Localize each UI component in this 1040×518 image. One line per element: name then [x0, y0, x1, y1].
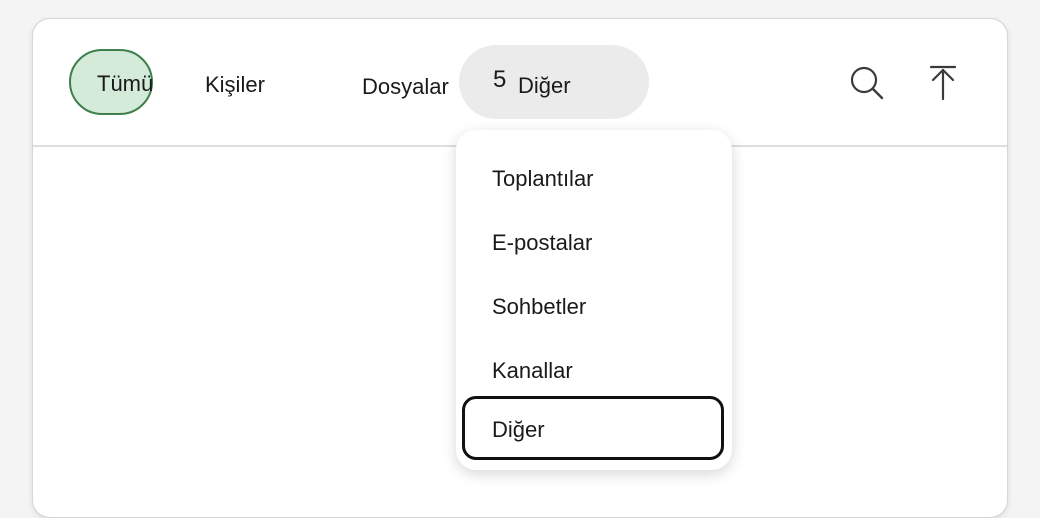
tab-people-label: Kişiler	[205, 72, 265, 97]
tab-other-label: Diğer	[518, 73, 571, 98]
menu-item-meetings[interactable]: Toplantılar	[462, 145, 724, 209]
menu-item-label: Toplantılar	[492, 166, 594, 191]
menu-item-emails[interactable]: E-postalar	[462, 209, 724, 273]
tab-other-count: 5	[493, 66, 507, 93]
menu-item-label: Kanallar	[492, 358, 573, 383]
menu-item-channels[interactable]: Kanallar	[462, 337, 724, 401]
search-icon	[850, 66, 884, 100]
tab-people[interactable]: Kişiler	[205, 72, 265, 98]
tab-all-label: Tümü	[97, 71, 154, 96]
tab-files-label: Dosyalar	[362, 74, 449, 99]
menu-item-chats[interactable]: Sohbetler	[462, 273, 724, 337]
tab-files[interactable]: Dosyalar	[362, 74, 449, 100]
tab-other[interactable]: 5 Diğer	[459, 45, 649, 119]
menu-item-label: Sohbetler	[492, 294, 587, 319]
arrow-up-to-top-icon	[929, 65, 957, 101]
menu-item-other[interactable]: Diğer	[462, 396, 724, 460]
menu-item-label: Diğer	[492, 417, 545, 442]
menu-item-label: E-postalar	[492, 230, 593, 255]
tab-all[interactable]: Tümü	[69, 49, 153, 115]
scroll-to-top-button[interactable]	[921, 61, 965, 105]
search-button[interactable]	[845, 61, 889, 105]
more-dropdown-menu: Toplantılar E-postalar Sohbetler Kanalla…	[456, 130, 732, 470]
